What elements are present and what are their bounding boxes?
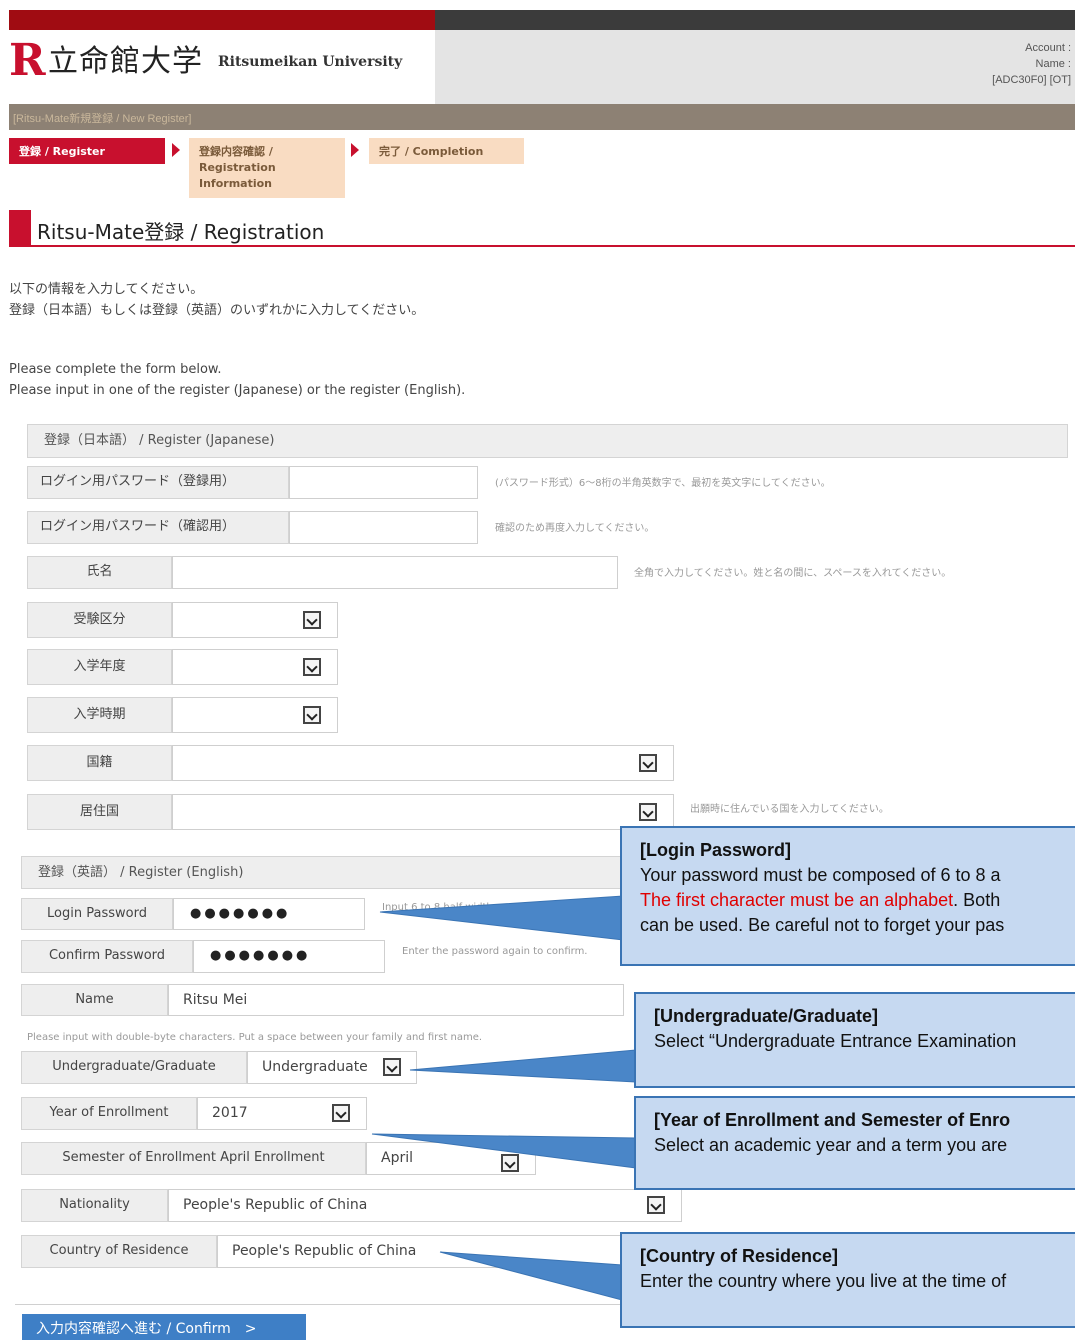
confirm-button[interactable]: 入力内容確認へ進む / Confirm > — [22, 1314, 306, 1340]
callout-text: Enter the country where you live at the … — [640, 1271, 1007, 1291]
callout-text: The first character must be an alphabet.… — [640, 888, 1075, 913]
callout-country-of-residence: [Country of Residence] Enter the country… — [620, 1232, 1075, 1328]
callout-year-semester: [Year of Enrollment and Semester of Enro… — [634, 1096, 1075, 1190]
callout-text: can be used. Be careful not to forget yo… — [640, 915, 1005, 935]
callout-undergraduate-graduate: [Undergraduate/Graduate] Select “Undergr… — [634, 992, 1075, 1088]
callout-text: Your password must be composed of 6 to 8… — [640, 865, 1001, 885]
callout-login-password: [Login Password] Your password must be c… — [620, 826, 1075, 966]
callout-text: Select an academic year and a term you a… — [654, 1135, 1008, 1155]
callout-text: Select “Undergraduate Entrance Examinati… — [654, 1031, 1017, 1051]
pointer-ug — [409, 1049, 637, 1083]
callout-highlight: The first character must be an alphabet — [640, 890, 954, 910]
callout-text-rest: . Both — [953, 890, 1001, 910]
pointer-year — [371, 1133, 637, 1169]
pointer-password — [379, 895, 624, 941]
callout-title: [Year of Enrollment and Semester of Enro — [654, 1110, 1011, 1130]
pointer-residence — [439, 1251, 623, 1301]
callout-title: [Country of Residence] — [640, 1246, 839, 1266]
callout-title: [Undergraduate/Graduate] — [654, 1006, 879, 1026]
callout-title: [Login Password] — [640, 840, 792, 860]
